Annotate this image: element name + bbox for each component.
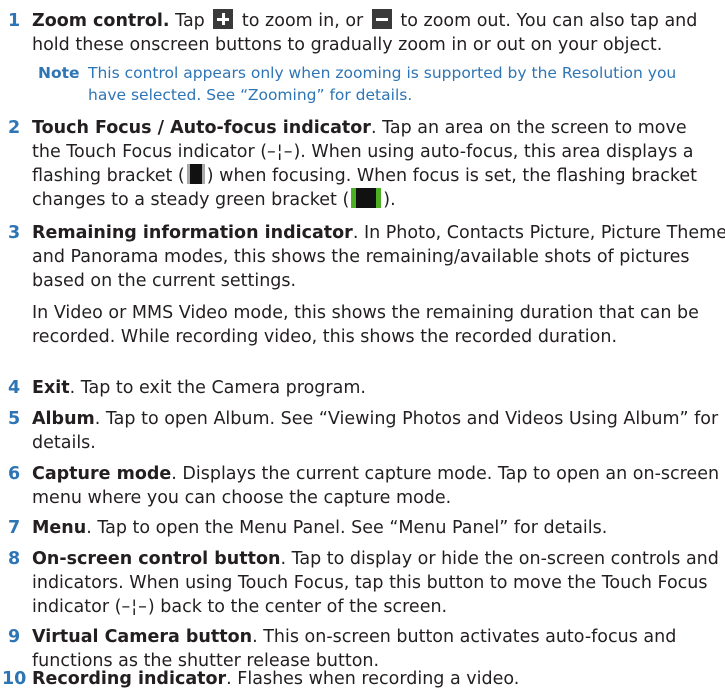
item-body: Album. Tap to open Album. See “Viewing P… <box>32 407 722 455</box>
item-number: 5 <box>8 409 21 429</box>
item-body: Recording indicator. Flashes when record… <box>32 667 722 691</box>
item-text: details. <box>32 433 96 453</box>
item-body: Virtual Camera button. This on-screen bu… <box>32 625 722 673</box>
item-text: ). When using auto-focus, this area disp… <box>293 142 694 162</box>
item-number: 6 <box>8 464 21 484</box>
item-text: ) back to the center of the screen. <box>147 597 448 617</box>
zoom-out-minus-icon <box>371 9 392 29</box>
zoom-in-plus-icon <box>213 9 234 29</box>
item-number: 10 <box>2 669 27 689</box>
item-text: indicators. When using Touch Focus, tap … <box>32 573 708 593</box>
item-text: Tap <box>169 11 211 31</box>
item-text: . Tap to display or hide the on-screen c… <box>280 549 719 569</box>
item-title: Virtual Camera button <box>32 627 253 647</box>
item-title: On-screen control button <box>32 549 281 569</box>
item-body: Remaining information indicator. In Phot… <box>32 221 725 349</box>
item-text: In Video or MMS Video mode, this shows t… <box>32 303 699 323</box>
item-text: to zoom out. You can also tap and <box>394 11 698 31</box>
item-text: hold these onscreen buttons to gradually… <box>32 35 663 55</box>
item-text: menu where you can choose the capture mo… <box>32 488 452 508</box>
item-body: On-screen control button. Tap to display… <box>32 547 722 619</box>
item-title: Zoom control. <box>32 11 170 31</box>
touch-focus-indicator-icon: –¦– <box>121 597 148 617</box>
item-text: . Tap to open Album. See “Viewing Photos… <box>94 409 719 429</box>
flashing-bracket-icon <box>186 164 205 184</box>
note-text: This control appears only when zooming i… <box>88 64 677 82</box>
note-block: Note This control appears only when zoomi… <box>38 62 718 106</box>
item-number: 9 <box>8 627 21 647</box>
item-text: and Panorama modes, this shows the remai… <box>32 247 690 267</box>
item-body: Capture mode. Displays the current captu… <box>32 462 722 510</box>
item-text: indicator ( <box>32 597 122 617</box>
item-title: Exit <box>32 378 70 398</box>
item-title: Album <box>32 409 95 429</box>
item-text: . This on-screen button activates auto-f… <box>252 627 677 647</box>
item-title: Capture mode <box>32 464 172 484</box>
item-text: . Tap to exit the Camera program. <box>69 378 366 398</box>
item-text: the Touch Focus indicator ( <box>32 142 268 162</box>
item-title: Menu <box>32 518 87 538</box>
item-text: . In Photo, Contacts Picture, Picture Th… <box>352 223 725 243</box>
item-text: . Tap an area on the screen to move <box>370 118 687 138</box>
manual-page: 1 Zoom control. Tap to zoom in, or to zo… <box>0 0 725 693</box>
item-number: 8 <box>8 549 21 569</box>
item-title: Remaining information indicator <box>32 223 353 243</box>
item-body: Zoom control. Tap to zoom in, or to zoom… <box>32 9 722 57</box>
note-text: have selected. See “Zooming” for details… <box>88 86 413 104</box>
item-text: ) when focusing. When focus is set, the … <box>206 166 698 186</box>
item-text: changes to a steady green bracket ( <box>32 190 350 210</box>
item-body: Touch Focus / Auto-focus indicator. Tap … <box>32 116 722 212</box>
item-text: . Flashes when recording a video. <box>226 669 520 689</box>
item-text: recorded. While recording video, this sh… <box>32 327 618 347</box>
touch-focus-indicator-icon: –¦– <box>267 142 294 162</box>
item-number: 1 <box>8 11 21 31</box>
item-body: Menu. Tap to open the Menu Panel. See “M… <box>32 516 722 540</box>
item-text: to zoom in, or <box>236 11 369 31</box>
item-text: based on the current settings. <box>32 271 297 291</box>
item-title: Touch Focus / Auto-focus indicator <box>32 118 371 138</box>
item-title: Recording indicator <box>32 669 227 689</box>
green-bracket-icon <box>351 188 382 208</box>
item-number: 2 <box>8 118 21 138</box>
item-text: . Tap to open the Menu Panel. See “Menu … <box>86 518 608 538</box>
item-number: 7 <box>8 518 21 538</box>
item-number: 3 <box>8 223 21 243</box>
item-body: Exit. Tap to exit the Camera program. <box>32 376 722 400</box>
note-label: Note <box>38 64 80 82</box>
item-text: ). <box>383 190 396 210</box>
item-number: 4 <box>8 378 21 398</box>
item-text: . Displays the current capture mode. Tap… <box>171 464 720 484</box>
item-text: flashing bracket ( <box>32 166 185 186</box>
